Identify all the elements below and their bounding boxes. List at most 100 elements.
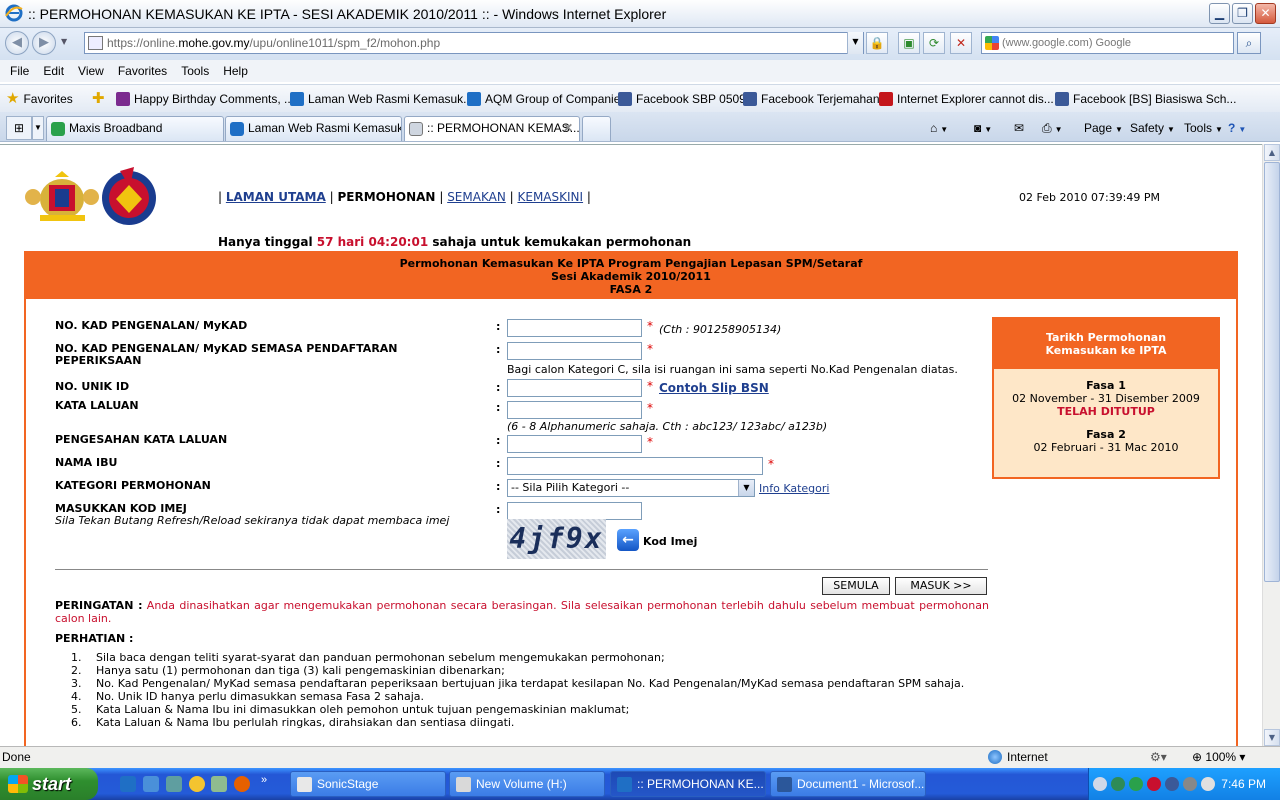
firefox-icon[interactable]	[234, 776, 250, 792]
quicklaunch-chevron-icon[interactable]: »	[261, 774, 267, 786]
menu-tools[interactable]: Tools	[174, 60, 216, 82]
quick-tabs-icon[interactable]: ⊞	[6, 116, 32, 140]
add-favorite-icon[interactable]: ✚	[92, 91, 105, 107]
tab-maxis[interactable]: Maxis Broadband	[46, 116, 224, 141]
fav-item-2[interactable]: Laman Web Rasmi Kemasuk...	[290, 91, 473, 107]
nav-semakan[interactable]: SEMAKAN	[447, 190, 506, 204]
menu-favorites[interactable]: Favorites	[111, 60, 174, 82]
vertical-scrollbar[interactable]: ▲ ▼	[1262, 144, 1280, 746]
compatibility-icon[interactable]: ▣	[898, 32, 920, 54]
required-mark: *	[647, 319, 653, 333]
menu-file[interactable]: File	[3, 60, 36, 82]
submit-button[interactable]: MASUK >>	[895, 577, 987, 595]
fav-item-3[interactable]: AQM Group of Companies	[467, 91, 626, 107]
list-text: Hanya satu (1) permohonan dan tiga (3) k…	[96, 664, 505, 677]
mother-name-input[interactable]	[507, 457, 763, 475]
ic-exam-input[interactable]	[507, 342, 642, 360]
ic-input[interactable]	[507, 319, 642, 337]
tab-list-chevron-icon[interactable]: ▼	[32, 116, 44, 140]
lock-icon[interactable]: 🔒	[866, 32, 888, 54]
favorites-button[interactable]: ★ Favorites	[6, 91, 73, 107]
category-info-link[interactable]: Info Kategori	[759, 482, 829, 495]
start-button[interactable]: start	[0, 768, 98, 800]
zoom-level[interactable]: ⊕ 100% ▾	[1192, 750, 1245, 764]
new-tab-button[interactable]	[582, 116, 611, 141]
menu-bar: File Edit View Favorites Tools Help	[0, 60, 1280, 82]
nav-laman-utama[interactable]: LAMAN UTAMA	[226, 190, 326, 204]
search-input[interactable]: (www.google.com) Google	[981, 32, 1234, 54]
page-datetime: 02 Feb 2010 07:39:49 PM	[1019, 191, 1160, 204]
notice-title: PERHATIAN :	[55, 632, 134, 645]
volume-icon[interactable]	[1183, 777, 1197, 791]
captcha-refresh-label[interactable]: Kod Imej	[643, 535, 697, 548]
captcha-input[interactable]	[507, 502, 642, 520]
network-icon[interactable]	[1111, 777, 1125, 791]
required-mark: *	[768, 457, 774, 471]
kpt-logo	[102, 167, 156, 225]
task-word[interactable]: Document1 - Microsof...	[770, 771, 926, 797]
minimize-button[interactable]: ▁	[1209, 3, 1230, 24]
back-button[interactable]: ◀	[5, 31, 29, 55]
maxis-tray-icon[interactable]	[1129, 777, 1143, 791]
nav-kemaskini[interactable]: KEMASKINI	[518, 190, 584, 204]
smiley-icon[interactable]	[189, 776, 205, 792]
facebook-icon	[1055, 92, 1069, 106]
fav-item-5[interactable]: Facebook Terjemahan	[743, 91, 880, 107]
scroll-down-icon[interactable]: ▼	[1264, 729, 1280, 746]
tab-permohonan[interactable]: :: PERMOHONAN KEMAS... ✕	[404, 116, 580, 141]
task-ie[interactable]: :: PERMOHONAN KE...	[610, 771, 766, 797]
mail-icon[interactable]: ✉	[1014, 119, 1024, 137]
fav-item-4[interactable]: Facebook SBP 0509	[618, 91, 746, 107]
refresh-captcha-icon[interactable]: ←	[617, 529, 639, 551]
scroll-up-icon[interactable]: ▲	[1264, 144, 1280, 161]
feeds-icon[interactable]: ◙ ▼	[974, 119, 992, 137]
print-icon[interactable]: ⎙ ▼	[1042, 119, 1063, 137]
address-dropdown-icon[interactable]: ▼	[847, 32, 863, 54]
home-icon[interactable]: ⌂ ▼	[930, 119, 948, 137]
unique-id-input[interactable]	[507, 379, 642, 397]
reset-button[interactable]: SEMULA	[822, 577, 890, 595]
tray-app-icon[interactable]	[1201, 777, 1215, 791]
task-sonicstage[interactable]: SonicStage	[290, 771, 446, 797]
category-select[interactable]: -- Sila Pilih Kategori -- ▼	[507, 479, 755, 497]
fav-item-7[interactable]: Facebook [BS] Biasiswa Sch...	[1055, 91, 1236, 107]
recent-pages-chevron-icon[interactable]: ▼	[61, 37, 67, 46]
chevron-down-icon[interactable]: ▼	[738, 480, 754, 496]
safety-menu[interactable]: Safety ▼	[1130, 119, 1175, 137]
close-button[interactable]: ✕	[1255, 3, 1276, 24]
close-tab-icon[interactable]: ✕	[563, 117, 573, 140]
menu-view[interactable]: View	[71, 60, 111, 82]
messenger-icon[interactable]	[166, 776, 182, 792]
forward-button[interactable]: ▶	[32, 31, 56, 55]
security-zone[interactable]: Internet	[988, 750, 1048, 764]
ie-quicklaunch-icon[interactable]	[120, 776, 136, 792]
app-quicklaunch-icon[interactable]	[211, 776, 227, 792]
fav-item-6[interactable]: Internet Explorer cannot dis...	[879, 91, 1054, 107]
refresh-icon[interactable]: ⟳	[923, 32, 945, 54]
protected-mode-icon[interactable]: ⚙▾	[1150, 750, 1167, 764]
required-mark: *	[647, 401, 653, 415]
tray-expand-icon[interactable]	[1093, 777, 1107, 791]
maximize-button[interactable]: ❐	[1232, 3, 1253, 24]
tools-menu[interactable]: Tools ▼	[1184, 119, 1223, 137]
help-icon[interactable]: ? ▼	[1228, 119, 1246, 137]
menu-edit[interactable]: Edit	[36, 60, 71, 82]
page-icon	[409, 122, 423, 136]
bluetooth-icon[interactable]	[1165, 777, 1179, 791]
favorites-bar: ★ Favorites ✚ Happy Birthday Comments, ..…	[0, 84, 1280, 112]
tab-laman-web[interactable]: Laman Web Rasmi Kemasuka...	[225, 116, 402, 141]
fav-item-1[interactable]: Happy Birthday Comments, ...	[116, 91, 294, 107]
show-desktop-icon[interactable]	[143, 776, 159, 792]
bsn-slip-example-link[interactable]: Contoh Slip BSN	[659, 381, 769, 395]
antivirus-icon[interactable]	[1147, 777, 1161, 791]
task-new-volume[interactable]: New Volume (H:)	[449, 771, 605, 797]
page-menu[interactable]: Page ▼	[1084, 119, 1123, 137]
scroll-thumb[interactable]	[1264, 162, 1280, 582]
address-input[interactable]: https://online.mohe.gov.my/upu/online101…	[84, 32, 864, 54]
password-input[interactable]	[507, 401, 642, 419]
menu-help[interactable]: Help	[216, 60, 255, 82]
password-confirm-input[interactable]	[507, 435, 642, 453]
stop-icon[interactable]: ✕	[950, 32, 972, 54]
search-icon[interactable]: ⌕	[1237, 32, 1261, 54]
nav-permohonan[interactable]: PERMOHONAN	[337, 190, 435, 204]
